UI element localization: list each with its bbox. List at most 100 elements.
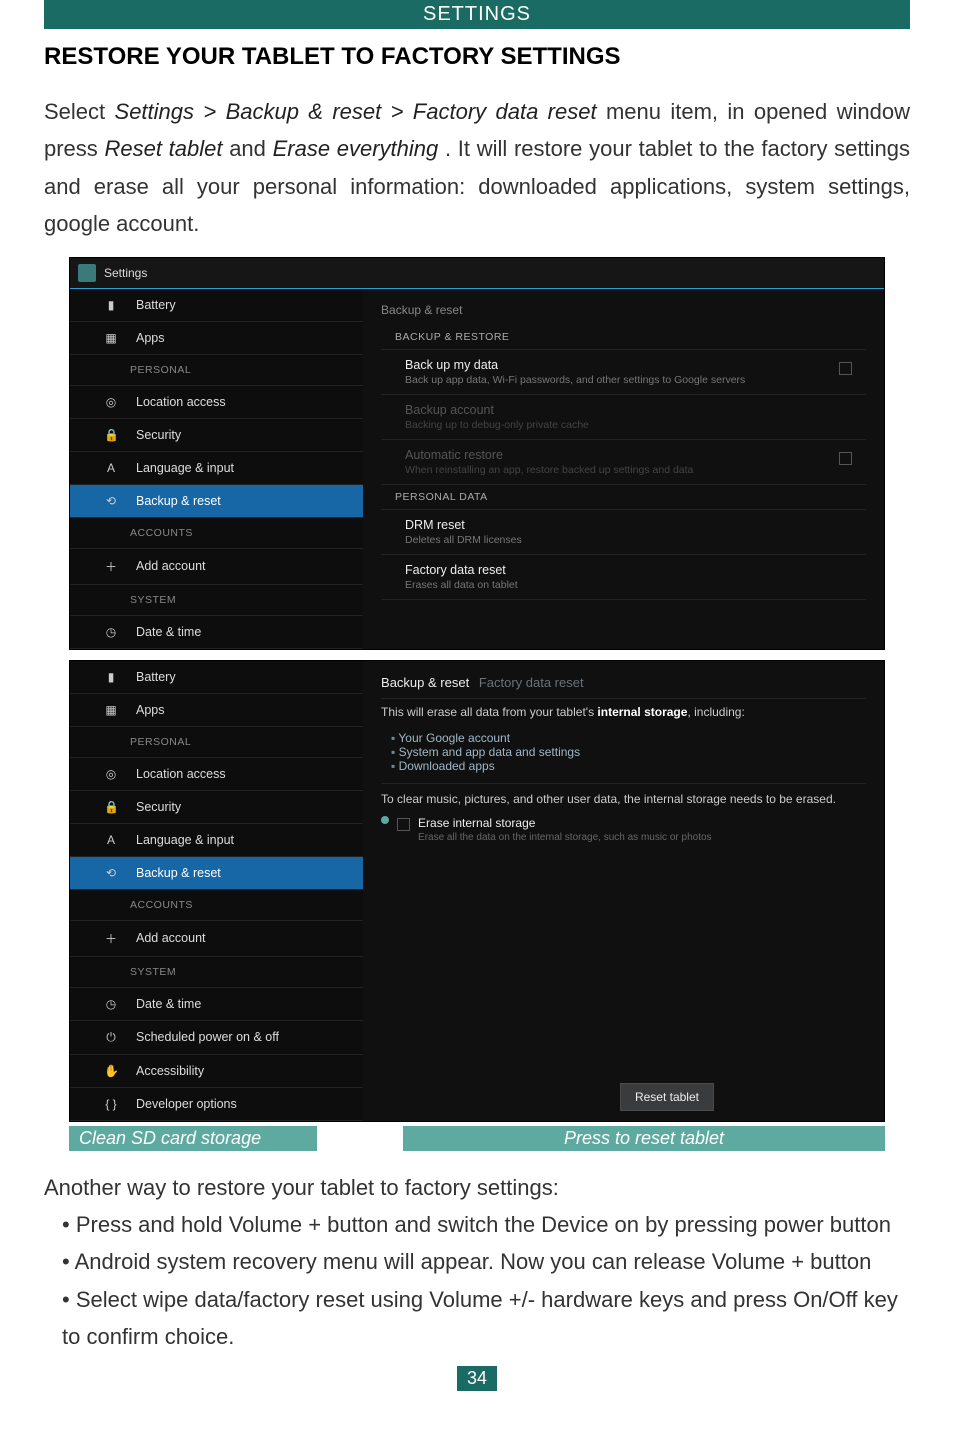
sidebar-item-location[interactable]: ◎Location access [70,758,363,791]
checkbox[interactable] [839,362,852,375]
page-number-wrap: 34 [44,1366,910,1391]
alt-step-2: Android system recovery menu will appear… [44,1243,910,1280]
sidebar-item-label: Developer options [136,1097,237,1111]
sidebar-item-label: Language & input [136,461,234,475]
sidebar-heading-personal: PERSONAL [70,727,363,758]
text: using [364,1287,429,1312]
screenshot-backup-reset: Settings ▮Battery ▦ Apps PERSONAL ◎ Locati… [69,257,885,650]
breadcrumb-parent: Backup & reset [381,675,469,690]
page-heading: RESTORE YOUR TABLET TO FACTORY SETTINGS [44,43,910,71]
option-backup-my-data[interactable]: Back up my data Back up app data, Wi-Fi … [381,350,866,395]
sidebar-item-security[interactable]: 🔒 Security [70,791,363,824]
sidebar-item-label: Battery [136,298,176,312]
settings-sidebar: ▮Battery ▦Apps PERSONAL ◎Location access… [70,661,363,1121]
text: menu will appear. Now you can release [317,1249,712,1274]
sidebar-item-location[interactable]: ◎ Location access [70,386,363,419]
erase-subtitle: Erase all the data on the internal stora… [418,832,712,843]
sidebar-item-add-account[interactable]: ＋ Add account [70,921,363,957]
sidebar-item-datetime[interactable]: ◷ Date & time [70,616,363,649]
breadcrumb-current: Factory data reset [479,675,584,690]
option-subtitle: Deletes all DRM licenses [405,534,842,546]
sidebar-item-label: Accessibility [136,1064,204,1078]
section-heading-personal-data: PERSONAL DATA [381,485,866,510]
panel-breadcrumb: Backup & reset Factory data reset [381,667,866,698]
sidebar-item-label: Scheduled power on & off [136,1030,279,1044]
sidebar-heading-accounts: ACCOUNTS [70,890,363,921]
intro-text: Select [44,99,115,124]
keyboard-icon: A [104,833,118,847]
desc-text: , including: [687,705,744,719]
intro-path: Settings > Backup & reset > Factory data… [115,99,597,124]
lock-icon: 🔒 [104,428,118,442]
sidebar-item-backup[interactable]: ⟲ Backup & reset [70,857,363,890]
erase-internal-storage-row[interactable]: Erase internal storage Erase all the dat… [381,812,866,851]
text: Press and hold [76,1212,229,1237]
sidebar-item-battery[interactable]: ▮Battery [70,661,363,694]
checkbox[interactable] [839,452,852,465]
bold-text: Volume + [229,1212,321,1237]
sidebar-item-battery[interactable]: ▮Battery [70,289,363,322]
sidebar-item-label: Apps [136,331,165,345]
sidebar-item-label: Backup & reset [136,866,221,880]
braces-icon: { } [104,1097,118,1111]
sidebar-item-backup[interactable]: ⟲Backup & reset [70,485,363,518]
sidebar-item-language[interactable]: ALanguage & input [70,824,363,857]
option-title: Automatic restore [405,448,842,462]
alt-step-3: Select wipe data/factory reset using Vol… [44,1281,910,1356]
window-titlebar: Settings [70,258,884,289]
plus-icon: ＋ [104,930,118,947]
apps-icon: ▦ [104,331,118,345]
plus-icon: ＋ [104,558,118,575]
text: button and switch the Device on by press… [321,1212,891,1237]
option-factory-data-reset[interactable]: Factory data reset Erases all data on ta… [381,555,866,600]
sidebar-item-label: Security [136,800,181,814]
sidebar-item-apps[interactable]: ▦ Apps [70,322,363,355]
lock-icon: 🔒 [104,800,118,814]
alt-step-1: Press and hold Volume + button and switc… [44,1206,910,1243]
reset-tablet-button[interactable]: Reset tablet [620,1083,714,1111]
sidebar-item-label: Date & time [136,625,201,639]
bold-text: Volume +/- [429,1287,535,1312]
annotation-row: Clean SD card storage Press to reset tab… [69,1126,885,1151]
sidebar-item-apps[interactable]: ▦Apps [70,694,363,727]
sidebar-item-security[interactable]: 🔒 Security [70,419,363,452]
settings-app-icon [78,264,96,282]
battery-icon: ▮ [104,670,118,684]
reset-bullet-list: Your Google account System and app data … [381,731,866,783]
option-drm-reset[interactable]: DRM reset Deletes all DRM licenses [381,510,866,555]
sidebar-item-label: Security [136,428,181,442]
sidebar-item-developer[interactable]: { } Developer options [70,1088,363,1121]
bullet-item: System and app data and settings [391,745,866,759]
option-automatic-restore[interactable]: Automatic restore When reinstalling an a… [381,440,866,485]
sidebar-item-accessibility[interactable]: ✋Accessibility [70,1055,363,1088]
clock-icon: ◷ [104,625,118,639]
restore-icon: ⟲ [104,866,118,880]
checkbox-erase-storage[interactable] [397,818,410,831]
location-icon: ◎ [104,395,118,409]
sidebar-item-add-account[interactable]: ＋ Add account [70,549,363,585]
option-title: DRM reset [405,518,842,532]
power-icon: ⏻ [104,1030,118,1045]
sidebar-item-label: Add account [136,931,206,945]
reset-description: This will erase all data from your table… [381,698,866,731]
bullet-item: Your Google account [391,731,866,745]
intro-reset-tablet: Reset tablet [105,136,223,161]
sidebar-heading-personal: PERSONAL [70,355,363,386]
text: Select [76,1287,143,1312]
italic-text: Android system recovery [75,1249,317,1274]
sidebar-item-language[interactable]: ALanguage & input [70,452,363,485]
option-backup-account[interactable]: Backup account Backing up to debug-only … [381,395,866,440]
section-heading-backup-restore: BACKUP & RESTORE [381,325,866,350]
sidebar-item-scheduled-power[interactable]: ⏻ Scheduled power on & off [70,1021,363,1055]
option-title: Backup account [405,403,842,417]
sidebar-item-label: Add account [136,559,206,573]
panel-title: Backup & reset [381,295,866,325]
factory-reset-panel: Backup & reset Factory data reset This w… [363,661,884,1121]
text: button [804,1249,871,1274]
alt-method-intro: Another way to restore your tablet to fa… [44,1169,910,1206]
desc-text: This will erase all data from your table… [381,705,597,719]
sidebar-item-label: Location access [136,395,226,409]
restore-icon: ⟲ [104,494,118,508]
bold-text: On/Off [793,1287,857,1312]
sidebar-item-datetime[interactable]: ◷Date & time [70,988,363,1021]
